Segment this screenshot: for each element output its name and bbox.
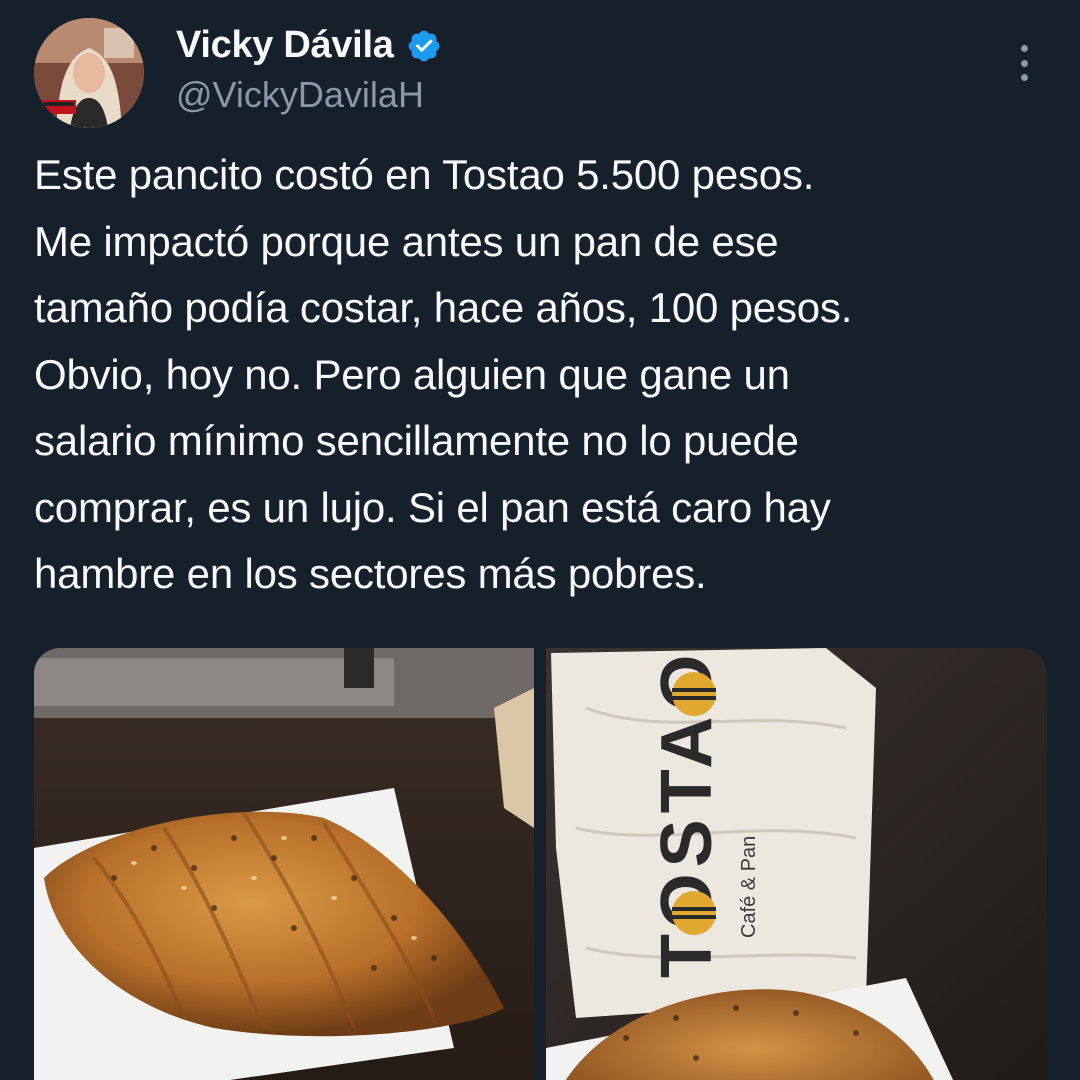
more-dot bbox=[1020, 74, 1028, 81]
author-display-name[interactable]: Vicky Dávila bbox=[176, 24, 394, 67]
more-options-icon[interactable] bbox=[1006, 40, 1042, 86]
photo-tostao-bag[interactable]: TOSTAO Café & Pan bbox=[546, 648, 1047, 1080]
croissant-photo-image bbox=[34, 648, 534, 1080]
more-dot bbox=[1020, 59, 1028, 67]
avatar-image bbox=[34, 18, 144, 128]
author-name-row: Vicky Dávila bbox=[176, 24, 442, 67]
bag-tagline-text: Café & Pan bbox=[738, 836, 760, 938]
photo-croissant[interactable] bbox=[34, 648, 534, 1080]
more-dot bbox=[1020, 45, 1028, 52]
author-handle[interactable]: @VickyDavilaH bbox=[176, 74, 424, 116]
avatar[interactable] bbox=[34, 18, 144, 128]
bag-photo-image: TOSTAO Café & Pan bbox=[546, 648, 1047, 1080]
verified-badge-icon bbox=[406, 28, 442, 64]
tweet-media: TOSTAO Café & Pan bbox=[34, 648, 1047, 1080]
tweet-text: Este pancito costó en Tostao 5.500 pesos… bbox=[34, 151, 853, 597]
